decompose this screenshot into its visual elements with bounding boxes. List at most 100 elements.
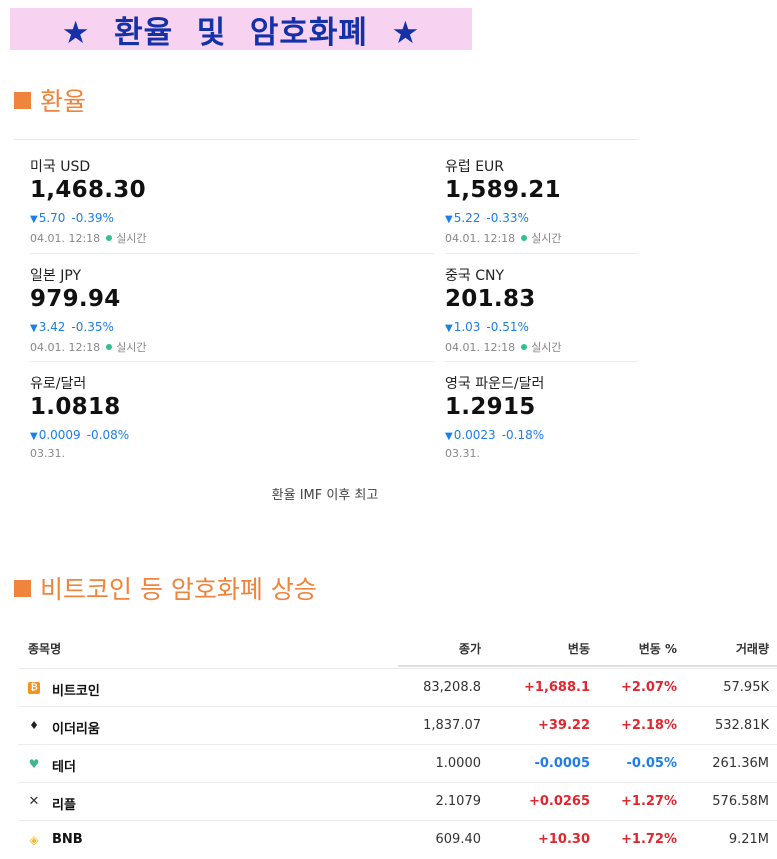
fx-card-jpy[interactable]: 일본 JPY 979.94 ▼3.42 -0.35% 04.01. 12:18 실시… — [30, 265, 220, 355]
fx-live-label: 실시간 — [116, 232, 147, 245]
coin-price: 83,208.8 — [423, 680, 481, 695]
table-row[interactable]: ♦ 이더리움 1,837.07 +39.22 +2.18% 532.81K — [18, 706, 777, 745]
fx-change: ▼5.70 -0.39% — [30, 211, 114, 225]
coin-name[interactable]: 비트코인 — [52, 680, 100, 699]
down-arrow-icon: ▼ — [445, 431, 453, 442]
coin-price: 1.0000 — [435, 756, 482, 771]
coin-volume: 261.36M — [712, 756, 769, 771]
fx-change-pct: -0.35% — [71, 320, 114, 334]
down-arrow-icon: ▼ — [30, 214, 38, 225]
coin-change-pct: +2.07% — [621, 680, 677, 695]
coin-change-pct: -0.05% — [626, 756, 678, 771]
live-dot-icon — [106, 344, 113, 350]
fx-section-title: 환율 — [14, 82, 86, 118]
fx-change-pct: -0.33% — [486, 211, 529, 225]
fx-card-usd[interactable]: 미국 USD 1,468.30 ▼5.70 -0.39% 04.01. 12:18… — [30, 156, 220, 246]
coin-price: 1,837.07 — [423, 718, 481, 733]
fx-change-pct: -0.51% — [486, 320, 529, 334]
coin-change-pct: +1.72% — [621, 832, 677, 847]
fx-card-gbp-usd[interactable]: 영국 파운드/달러 1.2915 ▼0.0023 -0.18% 03.31. — [445, 373, 635, 463]
divider — [30, 361, 434, 362]
fx-change-pct: -0.18% — [501, 428, 545, 442]
fx-value: 1.0818 — [30, 394, 121, 420]
fx-name: 일본 JPY — [30, 268, 82, 284]
coin-volume: 532.81K — [714, 718, 769, 733]
table-row[interactable]: ₿ 비트코인 83,208.8 +1,688.1 +2.07% 57.95K — [18, 668, 777, 707]
fx-change-amount: 5.22 — [453, 211, 481, 225]
divider — [398, 665, 777, 667]
fx-time: 03.31. — [445, 447, 480, 460]
table-header-row: 종목명 종가 변동 변동 % 거래량 — [18, 628, 777, 668]
fx-name: 미국 USD — [30, 159, 91, 175]
fx-change-amount: 1.03 — [453, 320, 481, 334]
fx-value: 1.2915 — [445, 394, 536, 420]
coin-name[interactable]: 테더 — [52, 756, 76, 775]
fx-name: 유로/달러 — [30, 376, 87, 392]
fx-timestamp: 03.31. — [30, 447, 65, 460]
column-header-change[interactable]: 변동 — [568, 640, 590, 657]
crypto-table: 종목명 종가 변동 변동 % 거래량 ₿ 비트코인 83,208.8 +1,68… — [18, 628, 777, 851]
ethereum-icon: ♦ — [29, 719, 39, 732]
crypto-section-title: 비트코인 등 암호화폐 상승 — [14, 570, 317, 606]
fx-card-cny[interactable]: 중국 CNY 201.83 ▼1.03 -0.51% 04.01. 12:18 실시… — [445, 265, 635, 355]
fx-change-amount: 3.42 — [38, 320, 66, 334]
square-bullet-icon — [14, 579, 31, 597]
column-header-price[interactable]: 종가 — [459, 640, 481, 657]
fx-name: 유럽 EUR — [445, 159, 505, 175]
live-dot-icon — [106, 235, 113, 241]
fx-timestamp: 04.01. 12:18 — [445, 231, 516, 245]
fx-grid: 미국 USD 1,468.30 ▼5.70 -0.39% 04.01. 12:18… — [14, 139, 638, 469]
fx-change: ▼3.42 -0.35% — [30, 320, 114, 334]
fx-card-eur-usd[interactable]: 유로/달러 1.0818 ▼0.0009 -0.08% 03.31. — [30, 373, 220, 463]
fx-section-title-text: 환율 — [40, 87, 87, 116]
coin-change-pct: +2.18% — [621, 718, 677, 733]
down-arrow-icon: ▼ — [445, 323, 453, 334]
fx-timestamp: 03.31. — [445, 447, 480, 460]
fx-live-label: 실시간 — [531, 341, 562, 354]
crypto-section-title-text: 비트코인 등 암호화폐 상승 — [40, 575, 317, 604]
column-header-name[interactable]: 종목명 — [28, 640, 61, 657]
fx-timestamp: 04.01. 12:18 — [445, 340, 516, 354]
divider — [14, 139, 638, 140]
fx-time: 03.31. — [30, 447, 65, 460]
fx-change: ▼0.0009 -0.08% — [30, 428, 129, 442]
fx-name: 영국 파운드/달러 — [445, 376, 545, 392]
fx-change-amount: 0.0023 — [453, 428, 496, 442]
fx-value: 1,468.30 — [30, 177, 146, 203]
column-header-volume[interactable]: 거래량 — [736, 640, 769, 657]
coin-change: +39.22 — [537, 718, 590, 733]
fx-change-amount: 5.70 — [38, 211, 66, 225]
coin-price: 2.1079 — [435, 794, 482, 809]
fx-footer-caption: 환율 IMF 이후 최고 — [271, 488, 379, 503]
fx-live-label: 실시간 — [116, 341, 147, 354]
coin-name[interactable]: 이더리움 — [52, 718, 100, 737]
table-row[interactable]: ◈ BNB 609.40 +10.30 +1.72% 9.21M — [18, 820, 777, 859]
fx-value: 201.83 — [445, 286, 536, 312]
fx-card-eur[interactable]: 유럽 EUR 1,589.21 ▼5.22 -0.33% 04.01. 12:18… — [445, 156, 635, 246]
fx-time: 04.01. 12:18 실시간 — [30, 230, 147, 246]
coin-change: +0.0265 — [528, 794, 590, 809]
column-header-pct[interactable]: 변동 % — [639, 640, 677, 657]
fx-change-pct: -0.08% — [86, 428, 130, 442]
fx-change: ▼0.0023 -0.18% — [445, 428, 544, 442]
page-banner-title: ★ 환율 및 암호화폐 ★ — [10, 8, 472, 51]
fx-time: 04.01. 12:18 실시간 — [445, 339, 562, 355]
fx-name: 중국 CNY — [445, 268, 505, 284]
divider — [445, 253, 638, 254]
square-bullet-icon — [14, 91, 31, 109]
xrp-icon: ✕ — [28, 794, 40, 809]
fx-change: ▼5.22 -0.33% — [445, 211, 529, 225]
table-row[interactable]: ♥ 테더 1.0000 -0.0005 -0.05% 261.36M — [18, 744, 777, 783]
fx-live-label: 실시간 — [531, 232, 562, 245]
coin-volume: 9.21M — [728, 832, 769, 847]
fx-change-amount: 0.0009 — [38, 428, 81, 442]
table-row[interactable]: ✕ 리플 2.1079 +0.0265 +1.27% 576.58M — [18, 782, 777, 821]
fx-value: 979.94 — [30, 286, 121, 312]
down-arrow-icon: ▼ — [30, 323, 38, 334]
coin-name[interactable]: BNB — [52, 832, 83, 847]
coin-price: 609.40 — [435, 832, 482, 847]
live-dot-icon — [521, 235, 528, 241]
fx-timestamp: 04.01. 12:18 — [30, 340, 101, 354]
coin-name[interactable]: 리플 — [52, 794, 76, 813]
coin-volume: 576.58M — [712, 794, 769, 809]
